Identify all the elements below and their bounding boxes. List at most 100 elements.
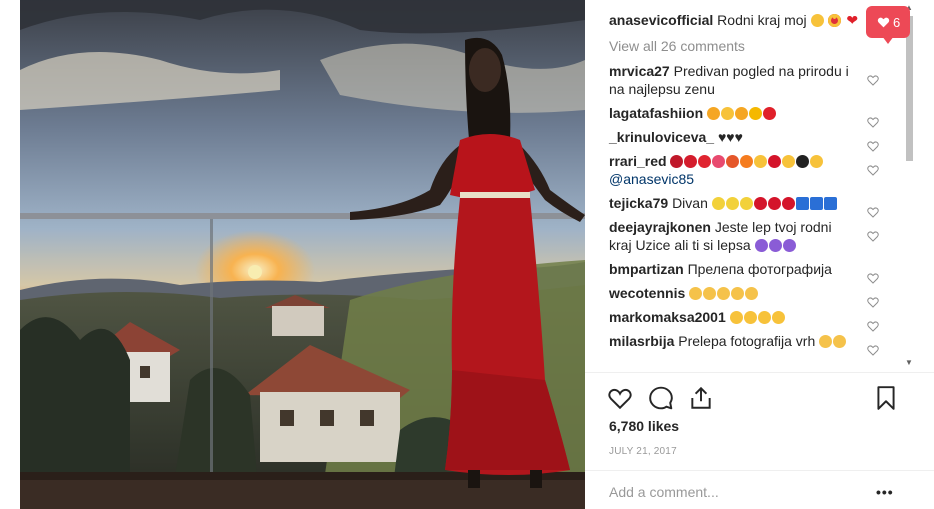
comment-like-icon[interactable] [867, 272, 879, 284]
comment-like-icon[interactable] [867, 116, 879, 128]
comment-item: milasrbija Prelepa fotografija vrh [609, 332, 881, 356]
scrollbar-thumb[interactable] [906, 16, 913, 161]
sparkle-icon [725, 197, 739, 210]
savoring-face-icon [754, 155, 768, 168]
ok-hand-icon [717, 287, 731, 300]
thumbs-up-icon [833, 335, 847, 348]
comment-like-icon[interactable] [867, 140, 879, 152]
red-heart-icon: ❤ [846, 12, 859, 28]
caption-text: Rodni kraj moj [717, 12, 807, 28]
likes-count[interactable]: 6,780 likes [609, 418, 679, 434]
comment-item: deejayrajkonen Jeste lep tvoj rodni kraj… [609, 218, 881, 254]
comment-item: markomaksa2001 [609, 308, 881, 332]
comment-bubble-icon[interactable] [648, 385, 674, 411]
purple-heart-icon [754, 239, 768, 252]
top-arrow-icon [795, 197, 809, 210]
comment-username[interactable]: markomaksa2001 [609, 309, 726, 325]
comment-text: ♥♥♥ [717, 129, 743, 145]
sparkle-icon [711, 197, 725, 210]
rose-icon [684, 155, 698, 168]
comment-username[interactable]: bmpartizan [609, 261, 684, 277]
sparkle-icon [739, 197, 753, 210]
love-letter-icon [712, 155, 726, 168]
smiling-face-icon [810, 14, 824, 27]
ok-hand-icon [745, 287, 759, 300]
comments-scrollbar[interactable]: ▲ ▼ [902, 0, 916, 370]
comment-item: wecotennis [609, 284, 881, 308]
fire-icon [740, 155, 754, 168]
comment-like-icon[interactable] [867, 320, 879, 332]
heart-icon [877, 17, 890, 28]
comment-text: Прелепа фотографија [687, 261, 832, 277]
post-photo[interactable] [20, 0, 585, 509]
scroll-down-icon[interactable]: ▼ [905, 358, 913, 367]
kiss-mark-icon [768, 155, 782, 168]
comment-text: Divan [672, 195, 708, 211]
comment-like-icon[interactable] [867, 344, 879, 356]
black-heart-icon [796, 155, 810, 168]
comment-username[interactable]: deejayrajkonen [609, 219, 711, 235]
comment-text: Prelepa fotografija vrh [678, 333, 816, 349]
ok-hand-icon [731, 287, 745, 300]
comment-like-icon[interactable] [867, 230, 879, 242]
comment-item: mrvica27 Predivan pogled na prirodu i na… [609, 62, 881, 98]
like-heart-icon[interactable] [607, 385, 633, 411]
top-arrow-icon [823, 197, 837, 210]
comment-username[interactable]: rrari_red [609, 153, 667, 169]
savoring-face-icon [743, 311, 757, 324]
purple-heart-icon [782, 239, 796, 252]
dancer-icon [670, 155, 684, 168]
crown-icon [749, 107, 763, 120]
heart-eyes-icon [757, 311, 771, 324]
lips-icon [767, 197, 781, 210]
comment-like-icon[interactable] [867, 74, 879, 86]
purple-heart-icon [768, 239, 782, 252]
comment-item: bmpartizan Прелепа фотографија [609, 260, 881, 284]
comment-mention[interactable]: @anasevic85 [609, 171, 694, 187]
bookmark-icon[interactable] [873, 385, 899, 411]
lion-face-icon [735, 107, 749, 120]
lion-face-icon [707, 107, 721, 120]
comment-item: tejicka79 Divan [609, 194, 881, 218]
comment-like-icon[interactable] [867, 164, 879, 176]
divider [585, 372, 934, 373]
sunglasses-face-icon [721, 107, 735, 120]
notification-badge[interactable]: 6 [866, 6, 910, 44]
thumbs-up-icon [819, 335, 833, 348]
comment-username[interactable]: _krinuloviceva_ [609, 129, 714, 145]
notification-count: 6 [893, 15, 901, 30]
more-options-button[interactable]: ••• [876, 484, 894, 500]
divider [585, 470, 934, 471]
heart-eyes-icon [828, 14, 842, 27]
comment-item: rrari_red @anasevic85 [609, 152, 881, 188]
sunset-balcony-photo [20, 0, 585, 509]
comment-item: lagatafashiion [609, 104, 881, 128]
balloon-icon [698, 155, 712, 168]
heart-eyes-icon [729, 311, 743, 324]
author-username[interactable]: anasevicofficial [609, 12, 713, 28]
ok-hand-icon [689, 287, 703, 300]
add-comment-input[interactable]: Add a comment... [609, 484, 719, 500]
comment-username[interactable]: tejicka79 [609, 195, 668, 211]
comments-list: mrvica27 Predivan pogled na prirodu i na… [609, 62, 881, 356]
comment-item: _krinuloviceva_ ♥♥♥ [609, 128, 881, 152]
comment-username[interactable]: lagatafashiion [609, 105, 703, 121]
ok-hand-icon [703, 287, 717, 300]
lips-icon [781, 197, 795, 210]
collision-icon [726, 155, 740, 168]
view-all-comments-link[interactable]: View all 26 comments [609, 38, 745, 54]
heart-exclamation-icon [763, 107, 777, 120]
post-date: JULY 21, 2017 [609, 446, 677, 457]
comment-username[interactable]: wecotennis [609, 285, 685, 301]
savoring-face-icon [771, 311, 785, 324]
comment-like-icon[interactable] [867, 296, 879, 308]
comment-username[interactable]: milasrbija [609, 333, 674, 349]
post-caption: anasevicofficial Rodni kraj moj ❤ [609, 11, 858, 29]
heart-eyes-icon [782, 155, 796, 168]
comment-username[interactable]: mrvica27 [609, 63, 670, 79]
top-arrow-icon [809, 197, 823, 210]
comment-like-icon[interactable] [867, 206, 879, 218]
lips-icon [753, 197, 767, 210]
share-icon[interactable] [688, 385, 714, 411]
heart-eyes-icon [810, 155, 824, 168]
